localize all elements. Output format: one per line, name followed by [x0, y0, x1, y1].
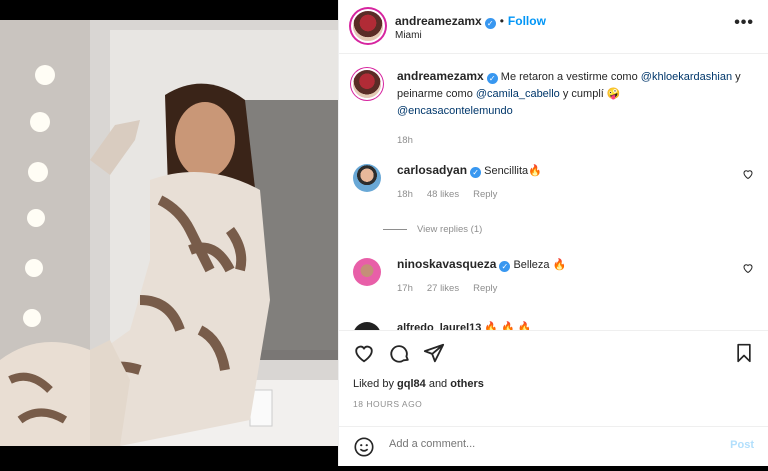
comment-item: ninoskavasqueza ✓ Belleza 🔥 17h 27 likes Re…	[353, 256, 754, 297]
comment-item: carlosadyan ✓ Sencillita🔥 18h 48 likes Repl…	[353, 162, 754, 203]
comments-list[interactable]: andreamezamx ✓ Me retaron a vestirme como…	[339, 54, 768, 331]
comment-text: alfredo_laurel13 🔥 🔥 🔥	[397, 322, 532, 331]
comment-username[interactable]: ninoskavasqueza	[397, 257, 496, 271]
photo-illustration	[0, 20, 338, 446]
comment-body: Sencillita🔥	[484, 165, 542, 177]
comment-time: 18h	[397, 189, 413, 200]
emoji-smiley-icon[interactable]	[353, 436, 375, 458]
commenter-avatar[interactable]	[353, 258, 381, 286]
reply-button[interactable]: Reply	[473, 189, 497, 200]
save-bookmark-icon[interactable]	[734, 342, 754, 364]
verified-badge-icon: ✓	[486, 73, 498, 84]
reply-button[interactable]: Reply	[473, 283, 497, 294]
verified-badge-icon: ✓	[484, 18, 496, 29]
view-replies-button[interactable]: View replies (1)	[383, 224, 482, 235]
author-line: andreamezamx ✓ • Follow	[395, 12, 546, 30]
post-header: andreamezamx ✓ • Follow Miami •••	[339, 0, 768, 54]
comment-likes[interactable]: 27 likes	[427, 283, 459, 294]
caption-text-part: Me retaron a vestirme como	[500, 71, 641, 83]
comment-likes[interactable]: 48 likes	[427, 189, 459, 200]
mention-link[interactable]: @camila_cabello	[476, 88, 560, 100]
follow-button[interactable]: Follow	[508, 14, 546, 28]
comment-username[interactable]: carlosadyan	[397, 163, 467, 177]
verified-badge-icon: ✓	[470, 167, 482, 178]
verified-badge-icon: ✓	[499, 261, 511, 272]
comment-time: 17h	[397, 283, 413, 294]
caption-text-part: y cumplí 🤪	[559, 88, 621, 100]
mention-link[interactable]: @encasacontelemundo	[397, 105, 513, 117]
comment-meta: 18h 48 likes Reply	[397, 186, 754, 203]
comment-text: carlosadyan ✓ Sencillita🔥	[397, 162, 754, 180]
post-actions-bar	[353, 340, 754, 366]
add-comment-bar: Post	[339, 426, 768, 467]
comment-meta: 17h 27 likes Reply	[397, 280, 754, 297]
caption-meta: 18h	[397, 132, 754, 149]
comment-icon[interactable]	[389, 342, 411, 364]
instagram-post-view: andreamezamx ✓ • Follow Miami ••• andreamez…	[0, 0, 768, 466]
post-photo[interactable]	[0, 0, 338, 466]
mention-link[interactable]: @khloekardashian	[641, 71, 732, 83]
like-comment-heart-icon[interactable]	[742, 168, 754, 180]
like-comment-heart-icon[interactable]	[742, 262, 754, 274]
liked-by-others[interactable]: others	[450, 378, 484, 390]
caption: andreamezamx ✓ Me retaron a vestirme como…	[353, 68, 754, 149]
commenter-avatar[interactable]	[353, 322, 381, 330]
comment-item-partial: alfredo_laurel13 🔥 🔥 🔥	[353, 320, 754, 331]
caption-username[interactable]: andreamezamx	[397, 69, 484, 83]
likes-summary: Liked by gql84 and others	[353, 378, 484, 390]
more-options-icon[interactable]: •••	[734, 14, 754, 32]
separator-dot: •	[499, 14, 504, 28]
liked-by-user[interactable]: gql84	[397, 378, 426, 390]
likes-middle: and	[425, 378, 451, 390]
caption-avatar[interactable]	[353, 70, 381, 98]
likes-prefix: Liked by	[353, 378, 398, 390]
share-icon[interactable]	[423, 342, 445, 364]
post-comment-button[interactable]: Post	[730, 439, 754, 451]
post-time-ago: 18 HOURS AGO	[353, 399, 423, 409]
post-side-panel: andreamezamx ✓ • Follow Miami ••• andreamez…	[338, 0, 768, 466]
post-location[interactable]: Miami	[395, 30, 422, 41]
caption-text: andreamezamx ✓ Me retaron a vestirme como…	[397, 68, 754, 120]
comment-text: ninoskavasqueza ✓ Belleza 🔥	[397, 256, 754, 274]
author-avatar[interactable]	[353, 11, 383, 41]
comment-body: Belleza 🔥	[513, 259, 567, 271]
author-username[interactable]: andreamezamx	[395, 14, 482, 28]
like-heart-icon[interactable]	[353, 342, 375, 364]
caption-time: 18h	[397, 135, 413, 146]
commenter-avatar[interactable]	[353, 164, 381, 192]
comment-input[interactable]	[387, 437, 691, 451]
